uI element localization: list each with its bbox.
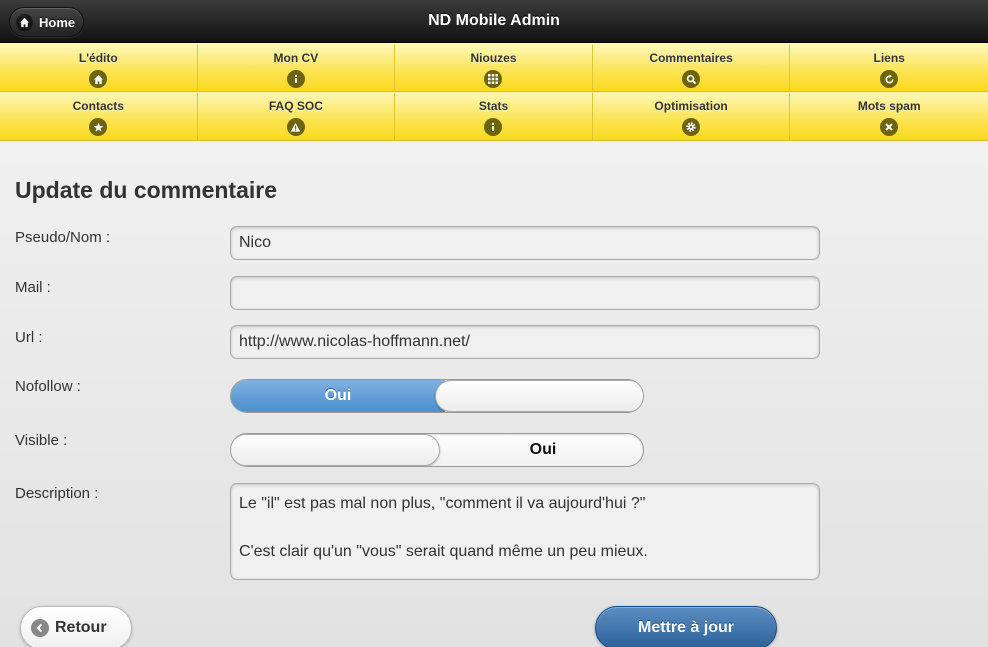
nav-item-niouzes[interactable]: Niouzes xyxy=(395,44,593,92)
info-icon xyxy=(286,70,305,88)
nav-item-faq-soc[interactable]: FAQ SOC xyxy=(197,92,396,141)
mail-label: Mail : xyxy=(15,279,51,296)
back-button-label: Retour xyxy=(55,619,107,636)
nav-item-label: FAQ SOC xyxy=(268,99,323,113)
nofollow-toggle[interactable]: Oui xyxy=(230,379,644,413)
nav-item-optimisation[interactable]: Optimisation xyxy=(592,92,791,141)
page-header-title: ND Mobile Admin xyxy=(428,12,560,29)
visible-toggle[interactable]: Oui xyxy=(230,433,644,467)
update-button[interactable]: Mettre à jour xyxy=(595,606,777,647)
nav-item-liens[interactable]: Liens xyxy=(790,44,988,92)
visible-toggle-handle[interactable] xyxy=(231,434,440,466)
nav-item-mots-spam[interactable]: Mots spam xyxy=(790,92,988,141)
page-title: Update du commentaire xyxy=(15,177,277,203)
nav-item-label: Stats xyxy=(478,99,509,113)
nav-item-contacts[interactable]: Contacts xyxy=(0,92,198,141)
visible-label: Visible : xyxy=(15,432,68,449)
nav-item-label: Mots spam xyxy=(857,99,921,113)
nav-item-label: Mon CV xyxy=(273,51,319,65)
nav-item-stats[interactable]: Stats xyxy=(395,92,593,141)
description-textarea[interactable] xyxy=(230,483,820,580)
nav-item-label: Optimisation xyxy=(654,99,728,113)
nav-item-label: L'édito xyxy=(78,51,118,65)
mail-input[interactable] xyxy=(230,276,820,310)
nofollow-toggle-handle[interactable] xyxy=(435,380,643,412)
gear-icon xyxy=(682,118,701,136)
arrow-left-icon xyxy=(31,619,49,637)
nav-item-commentaires[interactable]: Commentaires xyxy=(592,44,791,92)
header-bar: Home ND Mobile Admin xyxy=(0,0,988,43)
nofollow-toggle-on-label: Oui xyxy=(231,380,445,412)
nofollow-label: Nofollow : xyxy=(15,378,81,395)
nav-item-edito[interactable]: L'édito xyxy=(0,44,198,92)
nav-item-label: Liens xyxy=(873,51,905,65)
url-input[interactable] xyxy=(230,325,820,359)
back-button[interactable]: Retour xyxy=(20,606,132,647)
nav-item-label: Commentaires xyxy=(649,51,733,65)
search-icon xyxy=(682,70,701,88)
url-label: Url : xyxy=(15,329,43,346)
grid-icon xyxy=(484,70,503,88)
nav-item-label: Niouzes xyxy=(470,51,517,65)
nav-grid: L'édito Mon CV Niouzes Commentaires Lien… xyxy=(0,44,988,141)
pseudo-label: Pseudo/Nom : xyxy=(15,229,111,246)
nav-item-label: Contacts xyxy=(72,99,124,113)
refresh-icon xyxy=(880,70,899,88)
description-label: Description : xyxy=(15,485,99,502)
pseudo-input[interactable] xyxy=(230,226,820,260)
nav-item-mon-cv[interactable]: Mon CV xyxy=(197,44,396,92)
star-icon xyxy=(89,118,108,136)
delete-icon xyxy=(880,118,899,136)
home-icon xyxy=(89,70,108,88)
alert-icon xyxy=(286,118,305,136)
visible-toggle-on-label: Oui xyxy=(529,441,557,458)
info-icon xyxy=(484,118,503,136)
